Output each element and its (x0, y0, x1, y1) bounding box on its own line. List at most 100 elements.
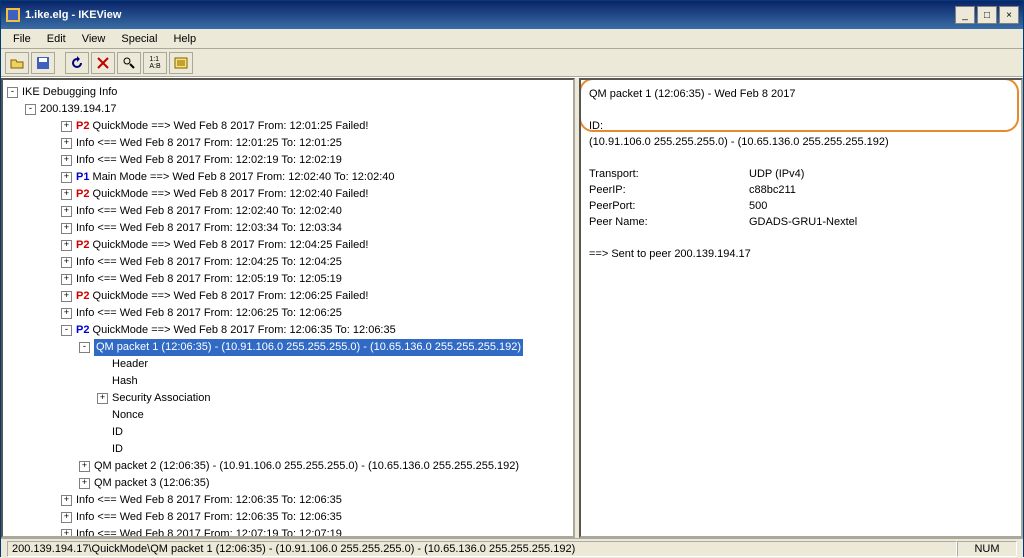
tree-label[interactable]: Info <== Wed Feb 8 2017 From: 12:03:34 T… (76, 220, 342, 237)
tree-label[interactable]: P2 QuickMode ==> Wed Feb 8 2017 From: 12… (76, 237, 368, 254)
tree-label[interactable]: QM packet 1 (12:06:35) - (10.91.106.0 25… (94, 339, 523, 356)
detail-pane[interactable]: QM packet 1 (12:06:35) - Wed Feb 8 2017 … (579, 78, 1023, 538)
tree-row[interactable]: + Info <== Wed Feb 8 2017 From: 12:02:40 … (7, 203, 571, 220)
tree-label[interactable]: Info <== Wed Feb 8 2017 From: 12:06:35 T… (76, 492, 342, 509)
menu-file[interactable]: File (5, 31, 39, 47)
expand-icon[interactable]: + (61, 138, 72, 149)
menu-special[interactable]: Special (113, 31, 165, 47)
expand-icon[interactable]: + (79, 478, 90, 489)
collapse-icon[interactable]: - (7, 87, 18, 98)
list-button[interactable] (169, 52, 193, 74)
binary-button[interactable]: 1:1A:B (143, 52, 167, 74)
tree-row[interactable]: ID (7, 441, 571, 458)
tree-row[interactable]: + Info <== Wed Feb 8 2017 From: 12:06:25 … (7, 305, 571, 322)
expand-icon[interactable]: + (61, 257, 72, 268)
tree-label[interactable]: Info <== Wed Feb 8 2017 From: 12:05:19 T… (76, 271, 342, 288)
tree-label[interactable]: P2 QuickMode ==> Wed Feb 8 2017 From: 12… (76, 322, 396, 339)
save-button[interactable] (31, 52, 55, 74)
tree-row[interactable]: ID (7, 424, 571, 441)
expand-icon[interactable]: + (61, 291, 72, 302)
tree-row[interactable]: + P1 Main Mode ==> Wed Feb 8 2017 From: 1… (7, 169, 571, 186)
tree-label[interactable]: Info <== Wed Feb 8 2017 From: 12:06:25 T… (76, 305, 342, 322)
expand-icon[interactable]: + (61, 274, 72, 285)
detail-id-value: (10.91.106.0 255.255.255.0) - (10.65.136… (589, 134, 1013, 150)
tree-label[interactable]: 200.139.194.17 (40, 101, 116, 118)
expand-icon[interactable]: + (61, 189, 72, 200)
tree-spacer (97, 359, 108, 370)
tree-row[interactable]: + Info <== Wed Feb 8 2017 From: 12:02:19 … (7, 152, 571, 169)
tree-row[interactable]: -QM packet 1 (12:06:35) - (10.91.106.0 2… (7, 339, 571, 356)
tree-row[interactable]: + Info <== Wed Feb 8 2017 From: 12:01:25 … (7, 135, 571, 152)
tree-row[interactable]: + P2 QuickMode ==> Wed Feb 8 2017 From: 1… (7, 288, 571, 305)
peerport-label: PeerPort: (589, 198, 749, 214)
tree-row[interactable]: + Info <== Wed Feb 8 2017 From: 12:06:35 … (7, 492, 571, 509)
tree-row[interactable]: -P2 QuickMode ==> Wed Feb 8 2017 From: 1… (7, 322, 571, 339)
expand-icon[interactable]: + (61, 155, 72, 166)
expand-icon[interactable]: + (61, 495, 72, 506)
collapse-icon[interactable]: - (25, 104, 36, 115)
minimize-button[interactable]: _ (955, 6, 975, 24)
tree-label[interactable]: ID (112, 441, 123, 458)
expand-icon[interactable]: + (61, 529, 72, 538)
tree-label[interactable]: Header (112, 356, 148, 373)
tree-label[interactable]: Nonce (112, 407, 144, 424)
tree-label[interactable]: Info <== Wed Feb 8 2017 From: 12:06:35 T… (76, 509, 342, 526)
tree-row[interactable]: Header (7, 356, 571, 373)
tree-row[interactable]: + Security Association (7, 390, 571, 407)
tree-row[interactable]: + Info <== Wed Feb 8 2017 From: 12:04:25 … (7, 254, 571, 271)
tree-row[interactable]: Nonce (7, 407, 571, 424)
open-button[interactable] (5, 52, 29, 74)
tree-label[interactable]: Security Association (112, 390, 210, 407)
tree-label[interactable]: Info <== Wed Feb 8 2017 From: 12:01:25 T… (76, 135, 342, 152)
tree-row[interactable]: -IKE Debugging Info (7, 84, 571, 101)
maximize-button[interactable]: □ (977, 6, 997, 24)
menu-view[interactable]: View (74, 31, 114, 47)
tree-label[interactable]: P1 Main Mode ==> Wed Feb 8 2017 From: 12… (76, 169, 395, 186)
expand-icon[interactable]: + (61, 512, 72, 523)
expand-icon[interactable]: + (79, 461, 90, 472)
tree-label[interactable]: Hash (112, 373, 138, 390)
tree-row[interactable]: + QM packet 3 (12:06:35) (7, 475, 571, 492)
menu-help[interactable]: Help (165, 31, 204, 47)
find-button[interactable] (117, 52, 141, 74)
tree-spacer (97, 410, 108, 421)
window-title: 1.ike.elg - IKEView (25, 9, 955, 21)
tree-row[interactable]: Hash (7, 373, 571, 390)
expand-icon[interactable]: + (97, 393, 108, 404)
expand-icon[interactable]: + (61, 206, 72, 217)
tree-label[interactable]: Info <== Wed Feb 8 2017 From: 12:02:40 T… (76, 203, 342, 220)
tree-label[interactable]: P2 QuickMode ==> Wed Feb 8 2017 From: 12… (76, 186, 368, 203)
tree-row[interactable]: + Info <== Wed Feb 8 2017 From: 12:03:34 … (7, 220, 571, 237)
tree-row[interactable]: + QM packet 2 (12:06:35) - (10.91.106.0 2… (7, 458, 571, 475)
close-button[interactable]: × (999, 6, 1019, 24)
tree-label[interactable]: Info <== Wed Feb 8 2017 From: 12:02:19 T… (76, 152, 342, 169)
tree-label[interactable]: P2 QuickMode ==> Wed Feb 8 2017 From: 12… (76, 118, 368, 135)
tree-row[interactable]: + Info <== Wed Feb 8 2017 From: 12:06:35 … (7, 509, 571, 526)
expand-icon[interactable]: + (61, 240, 72, 251)
expand-icon[interactable]: + (61, 308, 72, 319)
delete-button[interactable] (91, 52, 115, 74)
tree-label[interactable]: P2 QuickMode ==> Wed Feb 8 2017 From: 12… (76, 288, 368, 305)
tree-label[interactable]: Info <== Wed Feb 8 2017 From: 12:04:25 T… (76, 254, 342, 271)
collapse-icon[interactable]: - (61, 325, 72, 336)
tree-row[interactable]: -200.139.194.17 (7, 101, 571, 118)
transport-value: UDP (IPv4) (749, 166, 804, 182)
tree-label[interactable]: ID (112, 424, 123, 441)
tree-row[interactable]: + P2 QuickMode ==> Wed Feb 8 2017 From: 1… (7, 237, 571, 254)
detail-id-label: ID: (589, 118, 1013, 134)
tree-label[interactable]: QM packet 2 (12:06:35) - (10.91.106.0 25… (94, 458, 519, 475)
tree-row[interactable]: + Info <== Wed Feb 8 2017 From: 12:07:19 … (7, 526, 571, 538)
expand-icon[interactable]: + (61, 223, 72, 234)
collapse-icon[interactable]: - (79, 342, 90, 353)
tree-row[interactable]: + P2 QuickMode ==> Wed Feb 8 2017 From: 1… (7, 118, 571, 135)
tree-pane[interactable]: -IKE Debugging Info-200.139.194.17+P2 Qu… (1, 78, 575, 538)
tree-label[interactable]: IKE Debugging Info (22, 84, 117, 101)
tree-label[interactable]: QM packet 3 (12:06:35) (94, 475, 210, 492)
expand-icon[interactable]: + (61, 121, 72, 132)
menu-edit[interactable]: Edit (39, 31, 74, 47)
expand-icon[interactable]: + (61, 172, 72, 183)
tree-row[interactable]: + Info <== Wed Feb 8 2017 From: 12:05:19 … (7, 271, 571, 288)
tree-label[interactable]: Info <== Wed Feb 8 2017 From: 12:07:19 T… (76, 526, 342, 538)
tree-row[interactable]: + P2 QuickMode ==> Wed Feb 8 2017 From: 1… (7, 186, 571, 203)
reload-button[interactable] (65, 52, 89, 74)
